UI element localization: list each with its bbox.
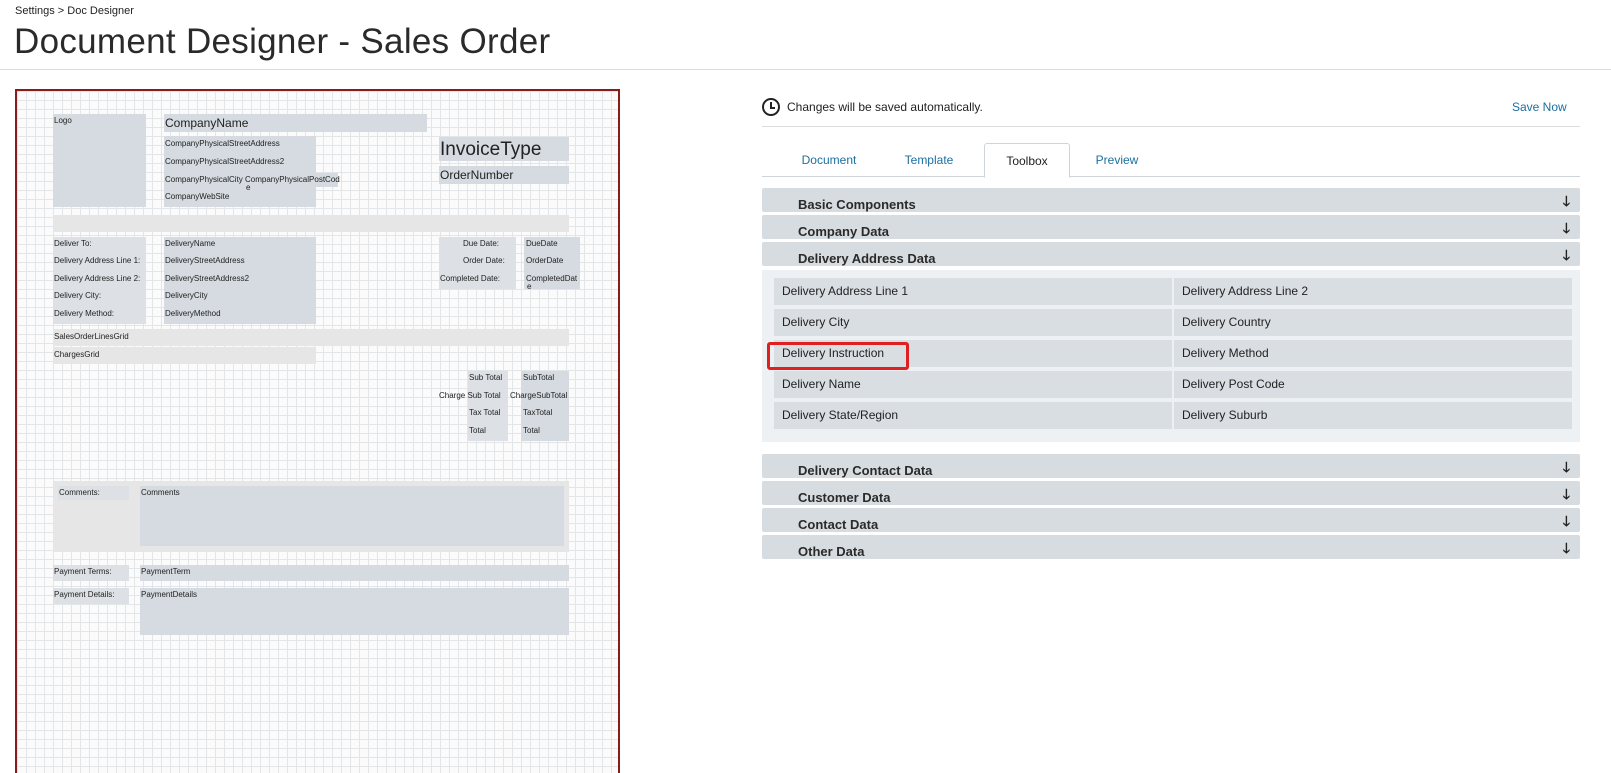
autosave-text: Changes will be saved automatically. bbox=[787, 100, 983, 114]
completed-date-wrap: e bbox=[527, 282, 532, 291]
toolbox-item-delivery-post-code[interactable]: Delivery Post Code bbox=[1174, 371, 1572, 398]
highlight-box bbox=[767, 342, 909, 370]
order-number-field[interactable]: OrderNumber bbox=[439, 166, 569, 184]
subtotal-label[interactable]: Sub Total bbox=[469, 373, 502, 383]
section-contact-data[interactable]: Contact Data 🡓 bbox=[762, 508, 1580, 532]
comments-label[interactable]: Comments: bbox=[58, 486, 129, 500]
company-website-field[interactable]: CompanyWebSite bbox=[165, 192, 229, 202]
delivery-street-field[interactable]: DeliveryStreetAddress bbox=[165, 256, 245, 266]
deliver-to-label[interactable]: Deliver To: bbox=[54, 239, 92, 249]
toolbox-item-delivery-name[interactable]: Delivery Name bbox=[774, 371, 1172, 398]
toolbox-item-delivery-state-region[interactable]: Delivery State/Region bbox=[774, 402, 1172, 429]
toolbox-item-delivery-address-line-1[interactable]: Delivery Address Line 1 bbox=[774, 278, 1172, 305]
payment-details-label[interactable]: Payment Details: bbox=[53, 588, 129, 604]
subtotal-field[interactable]: SubTotal bbox=[523, 373, 554, 383]
charge-subtotal-label[interactable]: Charge Sub Total bbox=[439, 391, 501, 401]
section-other-data[interactable]: Other Data 🡓 bbox=[762, 535, 1580, 559]
tab-preview[interactable]: Preview bbox=[1072, 143, 1162, 177]
tab-toolbox[interactable]: Toolbox bbox=[984, 143, 1070, 178]
delivery-name-field[interactable]: DeliveryName bbox=[165, 239, 215, 249]
delivery-city-field[interactable]: DeliveryCity bbox=[165, 291, 208, 301]
charges-grid-label[interactable]: ChargesGrid bbox=[54, 350, 99, 360]
tab-template[interactable]: Template bbox=[880, 143, 978, 177]
charge-subtotal-field[interactable]: ChargeSubTotal bbox=[510, 391, 567, 401]
due-date-field[interactable]: DueDate bbox=[526, 239, 558, 249]
tax-total-label[interactable]: Tax Total bbox=[469, 408, 500, 418]
delivery-method-label[interactable]: Delivery Method: bbox=[54, 309, 114, 319]
company-street2-field[interactable]: CompanyPhysicalStreetAddress2 bbox=[165, 157, 284, 167]
lines-grid-label[interactable]: SalesOrderLinesGrid bbox=[54, 332, 129, 342]
completed-date-field[interactable]: CompletedDat bbox=[526, 274, 577, 284]
section-company-data[interactable]: Company Data 🡓 bbox=[762, 215, 1580, 239]
comments-field[interactable]: Comments bbox=[140, 486, 564, 546]
section-delivery-contact-data[interactable]: Delivery Contact Data 🡓 bbox=[762, 454, 1580, 478]
section-label: Basic Components bbox=[798, 197, 916, 212]
toolbox-item-delivery-method[interactable]: Delivery Method bbox=[1174, 340, 1572, 367]
separator-bar[interactable] bbox=[53, 215, 569, 232]
order-date-label[interactable]: Order Date: bbox=[463, 256, 505, 266]
arrow-down-icon: 🡓 bbox=[1562, 459, 1570, 475]
payment-terms-label[interactable]: Payment Terms: bbox=[53, 565, 129, 581]
tab-document[interactable]: Document bbox=[784, 143, 874, 177]
order-date-field[interactable]: OrderDate bbox=[526, 256, 563, 266]
designer-tabs: Document Template Toolbox Preview bbox=[762, 143, 1580, 178]
toolbox-item-delivery-city[interactable]: Delivery City bbox=[774, 309, 1172, 336]
section-label: Contact Data bbox=[798, 517, 879, 532]
section-label: Delivery Address Data bbox=[798, 251, 936, 266]
section-delivery-address-data[interactable]: Delivery Address Data 🡓 bbox=[762, 242, 1580, 266]
arrow-down-icon: 🡓 bbox=[1562, 513, 1570, 529]
section-label: Customer Data bbox=[798, 490, 891, 505]
document-canvas[interactable]: Logo CompanyName CompanyPhysicalStreetAd… bbox=[15, 89, 620, 773]
section-customer-data[interactable]: Customer Data 🡓 bbox=[762, 481, 1580, 505]
total-label[interactable]: Total bbox=[469, 426, 486, 436]
delivery-city-label[interactable]: Delivery City: bbox=[54, 291, 101, 301]
clock-icon bbox=[762, 98, 780, 116]
company-postcode-wrap: e bbox=[246, 183, 251, 192]
arrow-down-icon: 🡓 bbox=[1562, 247, 1570, 263]
section-label: Other Data bbox=[798, 544, 865, 559]
payment-details-field[interactable]: PaymentDetails bbox=[140, 588, 569, 635]
company-postcode-field[interactable]: CompanyPhysicalPostCod bbox=[244, 173, 340, 187]
arrow-down-icon: 🡓 bbox=[1562, 486, 1570, 502]
section-label: Company Data bbox=[798, 224, 890, 239]
toolbox-item-delivery-country[interactable]: Delivery Country bbox=[1174, 309, 1572, 336]
toolbox-item-delivery-address-line-2[interactable]: Delivery Address Line 2 bbox=[1174, 278, 1572, 305]
due-date-label[interactable]: Due Date: bbox=[463, 239, 499, 249]
toolbox-item-delivery-suburb[interactable]: Delivery Suburb bbox=[1174, 402, 1572, 429]
company-city-field[interactable]: CompanyPhysicalCity bbox=[165, 175, 243, 185]
delivery-street2-field[interactable]: DeliveryStreetAddress2 bbox=[165, 274, 249, 284]
arrow-down-icon: 🡓 bbox=[1562, 540, 1570, 556]
section-label: Delivery Contact Data bbox=[798, 463, 933, 478]
delivery-addr2-label[interactable]: Delivery Address Line 2: bbox=[54, 274, 140, 284]
arrow-down-icon: 🡓 bbox=[1562, 220, 1570, 236]
total-field[interactable]: Total bbox=[523, 426, 540, 436]
title-divider bbox=[0, 69, 1611, 70]
panel-divider bbox=[762, 126, 1580, 127]
completed-date-label[interactable]: Completed Date: bbox=[440, 274, 500, 284]
save-now-link[interactable]: Save Now bbox=[1512, 100, 1567, 114]
arrow-down-icon: 🡓 bbox=[1562, 193, 1570, 209]
section-basic-components[interactable]: Basic Components 🡓 bbox=[762, 188, 1580, 212]
payment-term-field[interactable]: PaymentTerm bbox=[140, 565, 569, 581]
page-title: Document Designer - Sales Order bbox=[14, 22, 551, 61]
invoice-type-field[interactable]: InvoiceType bbox=[439, 137, 569, 161]
sales-order-lines-grid[interactable] bbox=[53, 329, 569, 346]
tax-total-field[interactable]: TaxTotal bbox=[523, 408, 552, 418]
delivery-addr1-label[interactable]: Delivery Address Line 1: bbox=[54, 256, 140, 266]
company-street-field[interactable]: CompanyPhysicalStreetAddress bbox=[165, 139, 280, 149]
company-name-field[interactable]: CompanyName bbox=[164, 114, 427, 132]
delivery-method-field[interactable]: DeliveryMethod bbox=[165, 309, 221, 319]
logo-placeholder[interactable]: Logo bbox=[53, 114, 146, 207]
autosave-notice: Changes will be saved automatically. bbox=[762, 98, 983, 116]
breadcrumb[interactable]: Settings > Doc Designer bbox=[15, 5, 134, 17]
